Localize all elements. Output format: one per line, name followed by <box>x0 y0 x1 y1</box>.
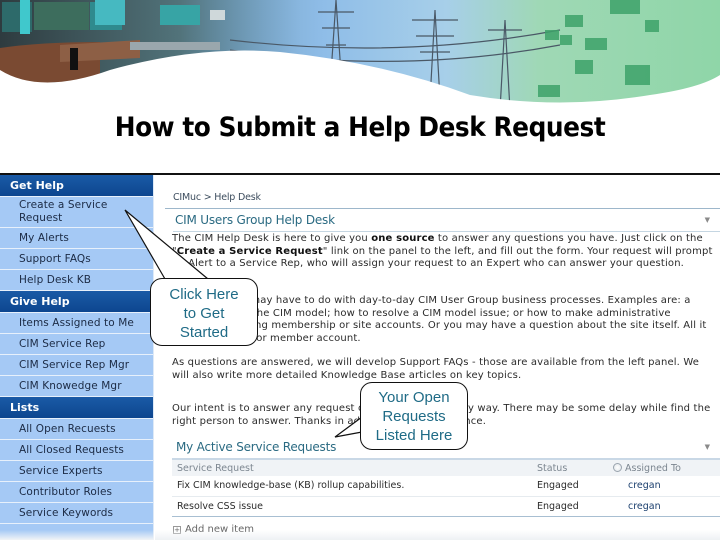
sidebar-item-support-faqs[interactable]: Support FAQs <box>0 249 153 270</box>
callout-text: Requests <box>382 408 446 425</box>
callout-text: to Get <box>183 305 225 322</box>
table-header-row: Service Request Status Assigned To <box>172 458 720 476</box>
text: The CIM Help Desk is here to give you <box>172 233 372 244</box>
slide-title: How to Submit a Help Desk Request <box>114 112 606 143</box>
sidebar-item-items-assigned-to-me[interactable]: Items Assigned to Me <box>0 313 153 334</box>
sidebar-item-cim-service-rep[interactable]: CIM Service Rep <box>0 334 153 355</box>
sidebar-header-get-help[interactable]: Get Help <box>0 175 153 197</box>
sidebar-header-give-help[interactable]: Give Help <box>0 291 153 313</box>
active-requests-title[interactable]: My Active Service Requests <box>176 440 336 454</box>
request-title-link[interactable]: Resolve CSS issue <box>172 496 532 517</box>
main-content: CIMuc > Help Desk CIM Users Group Help D… <box>155 175 720 540</box>
presence-icon <box>613 462 622 472</box>
intro-paragraph: The CIM Help Desk is here to give you on… <box>172 233 717 271</box>
sidebar-item-cim-knowledge-mgr[interactable]: CIM Knowedge Mgr <box>0 376 153 397</box>
callout-text: Click Here <box>169 286 239 303</box>
divider <box>165 208 720 209</box>
assignee-link[interactable]: cregan <box>608 476 720 497</box>
callout-text: Started <box>179 324 229 341</box>
open-requests-callout: Your Open Requests Listed Here <box>360 382 468 450</box>
column-header-status[interactable]: Status <box>532 458 608 476</box>
column-header-label: Assigned To <box>625 462 681 474</box>
callout-text: Your Open <box>378 389 450 406</box>
sidebar-item-service-experts[interactable]: Service Experts <box>0 461 153 482</box>
fade-overlay <box>155 530 720 540</box>
create-request-link-text: Create a Service Request <box>176 245 323 257</box>
sidebar-header-lists[interactable]: Lists <box>0 397 153 419</box>
assignee-link[interactable]: cregan <box>608 496 720 517</box>
divider <box>173 231 720 232</box>
column-header-service-request[interactable]: Service Request <box>172 458 532 476</box>
request-status: Engaged <box>532 496 608 517</box>
slide-banner: How to Submit a Help Desk Request <box>0 0 720 175</box>
breadcrumb[interactable]: CIMuc > Help Desk <box>173 192 261 203</box>
sidebar-item-my-alerts[interactable]: My Alerts <box>0 228 153 249</box>
web-part-menu-icon[interactable]: ▼ <box>705 216 710 224</box>
faqs-paragraph: As questions are answered, we will devel… <box>172 357 700 381</box>
sidebar-item-service-keywords[interactable]: Service Keywords <box>0 503 153 524</box>
request-status: Engaged <box>532 476 608 497</box>
sidebar-item-create-service-request[interactable]: Create a Service Request <box>0 197 153 228</box>
fade-overlay <box>0 530 154 540</box>
callout-text: Listed Here <box>375 427 453 444</box>
table-row[interactable]: Resolve CSS issue Engaged cregan <box>172 496 720 517</box>
sidebar-item-label: Request <box>19 212 63 224</box>
click-here-callout: Click Here to Get Started <box>150 278 258 346</box>
emphasis-text: one source <box>371 233 435 244</box>
sidebar-item-help-desk-kb[interactable]: Help Desk KB <box>0 270 153 291</box>
sidebar-item-all-closed-requests[interactable]: All Closed Requests <box>0 440 153 461</box>
sidebar-item-cim-service-rep-mgr[interactable]: CIM Service Rep Mgr <box>0 355 153 376</box>
table-row[interactable]: Fix CIM knowledge-base (KB) rollup capab… <box>172 476 720 497</box>
quick-launch-sidebar: Get Help Create a Service Request My Ale… <box>0 175 154 540</box>
sidebar-item-label: Create a Service <box>19 199 108 211</box>
active-requests-table: Service Request Status Assigned To Fix C… <box>172 458 720 517</box>
help-desk-title: CIM Users Group Help Desk <box>175 213 335 227</box>
web-part-menu-icon[interactable]: ▼ <box>705 443 710 451</box>
request-title-link[interactable]: Fix CIM knowledge-base (KB) rollup capab… <box>172 476 532 497</box>
sidebar-item-contributor-roles[interactable]: Contributor Roles <box>0 482 153 503</box>
sidebar-item-all-open-requests[interactable]: All Open Recuests <box>0 419 153 440</box>
column-header-assigned-to[interactable]: Assigned To <box>608 458 720 476</box>
